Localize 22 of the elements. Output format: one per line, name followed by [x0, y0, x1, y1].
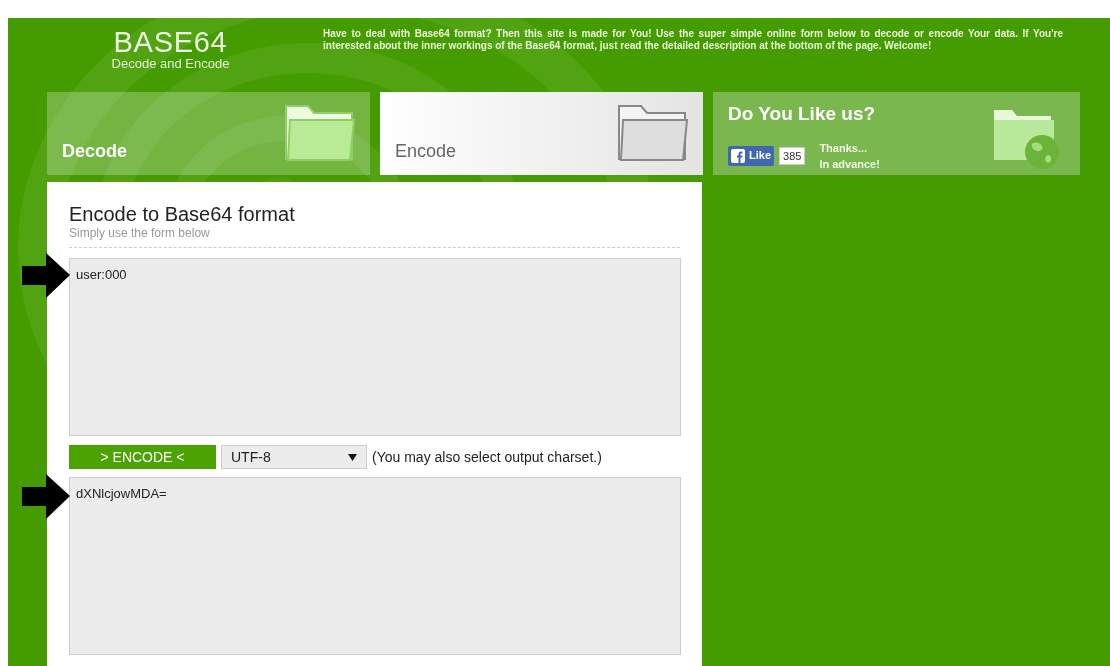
folder-icon — [617, 104, 689, 162]
folder-icon — [284, 104, 356, 162]
dropdown-caret-icon — [348, 453, 357, 461]
like-button[interactable]: Like — [728, 145, 774, 166]
arrow-icon — [22, 253, 70, 298]
form-subtitle: Simply use the form below — [69, 226, 211, 240]
advance-text: In advance! — [819, 156, 880, 172]
thanks-text: Thanks... — [819, 140, 869, 156]
charset-select[interactable]: UTF-8 — [221, 445, 367, 469]
output-textarea[interactable]: dXNlcjowMDA= — [69, 477, 681, 655]
charset-note: (You may also select output charset.) — [372, 447, 602, 467]
input-textarea[interactable]: user:000 — [69, 258, 681, 436]
like-count: 385 — [779, 146, 806, 165]
encode-button[interactable]: > ENCODE < — [69, 445, 216, 469]
like-heading: Do You Like us? — [728, 102, 877, 126]
form-title: Encode to Base64 format — [69, 202, 296, 226]
tab[interactable]: Encode — [380, 92, 703, 175]
intro-text: Have to deal with Base64 format? Then this site is made for You! Use the super simple online form below to decode or encode Your data. If You're interested about the inner workings of the Base64 format, just read the detailed description at the bottom of the page. Welcome! — [323, 27, 1063, 53]
logo-title: BASE64 — [113, 27, 228, 57]
facebook-icon — [731, 148, 745, 163]
logo-subtitle: Decode and Encode — [111, 57, 230, 71]
arrow-icon — [22, 474, 70, 519]
